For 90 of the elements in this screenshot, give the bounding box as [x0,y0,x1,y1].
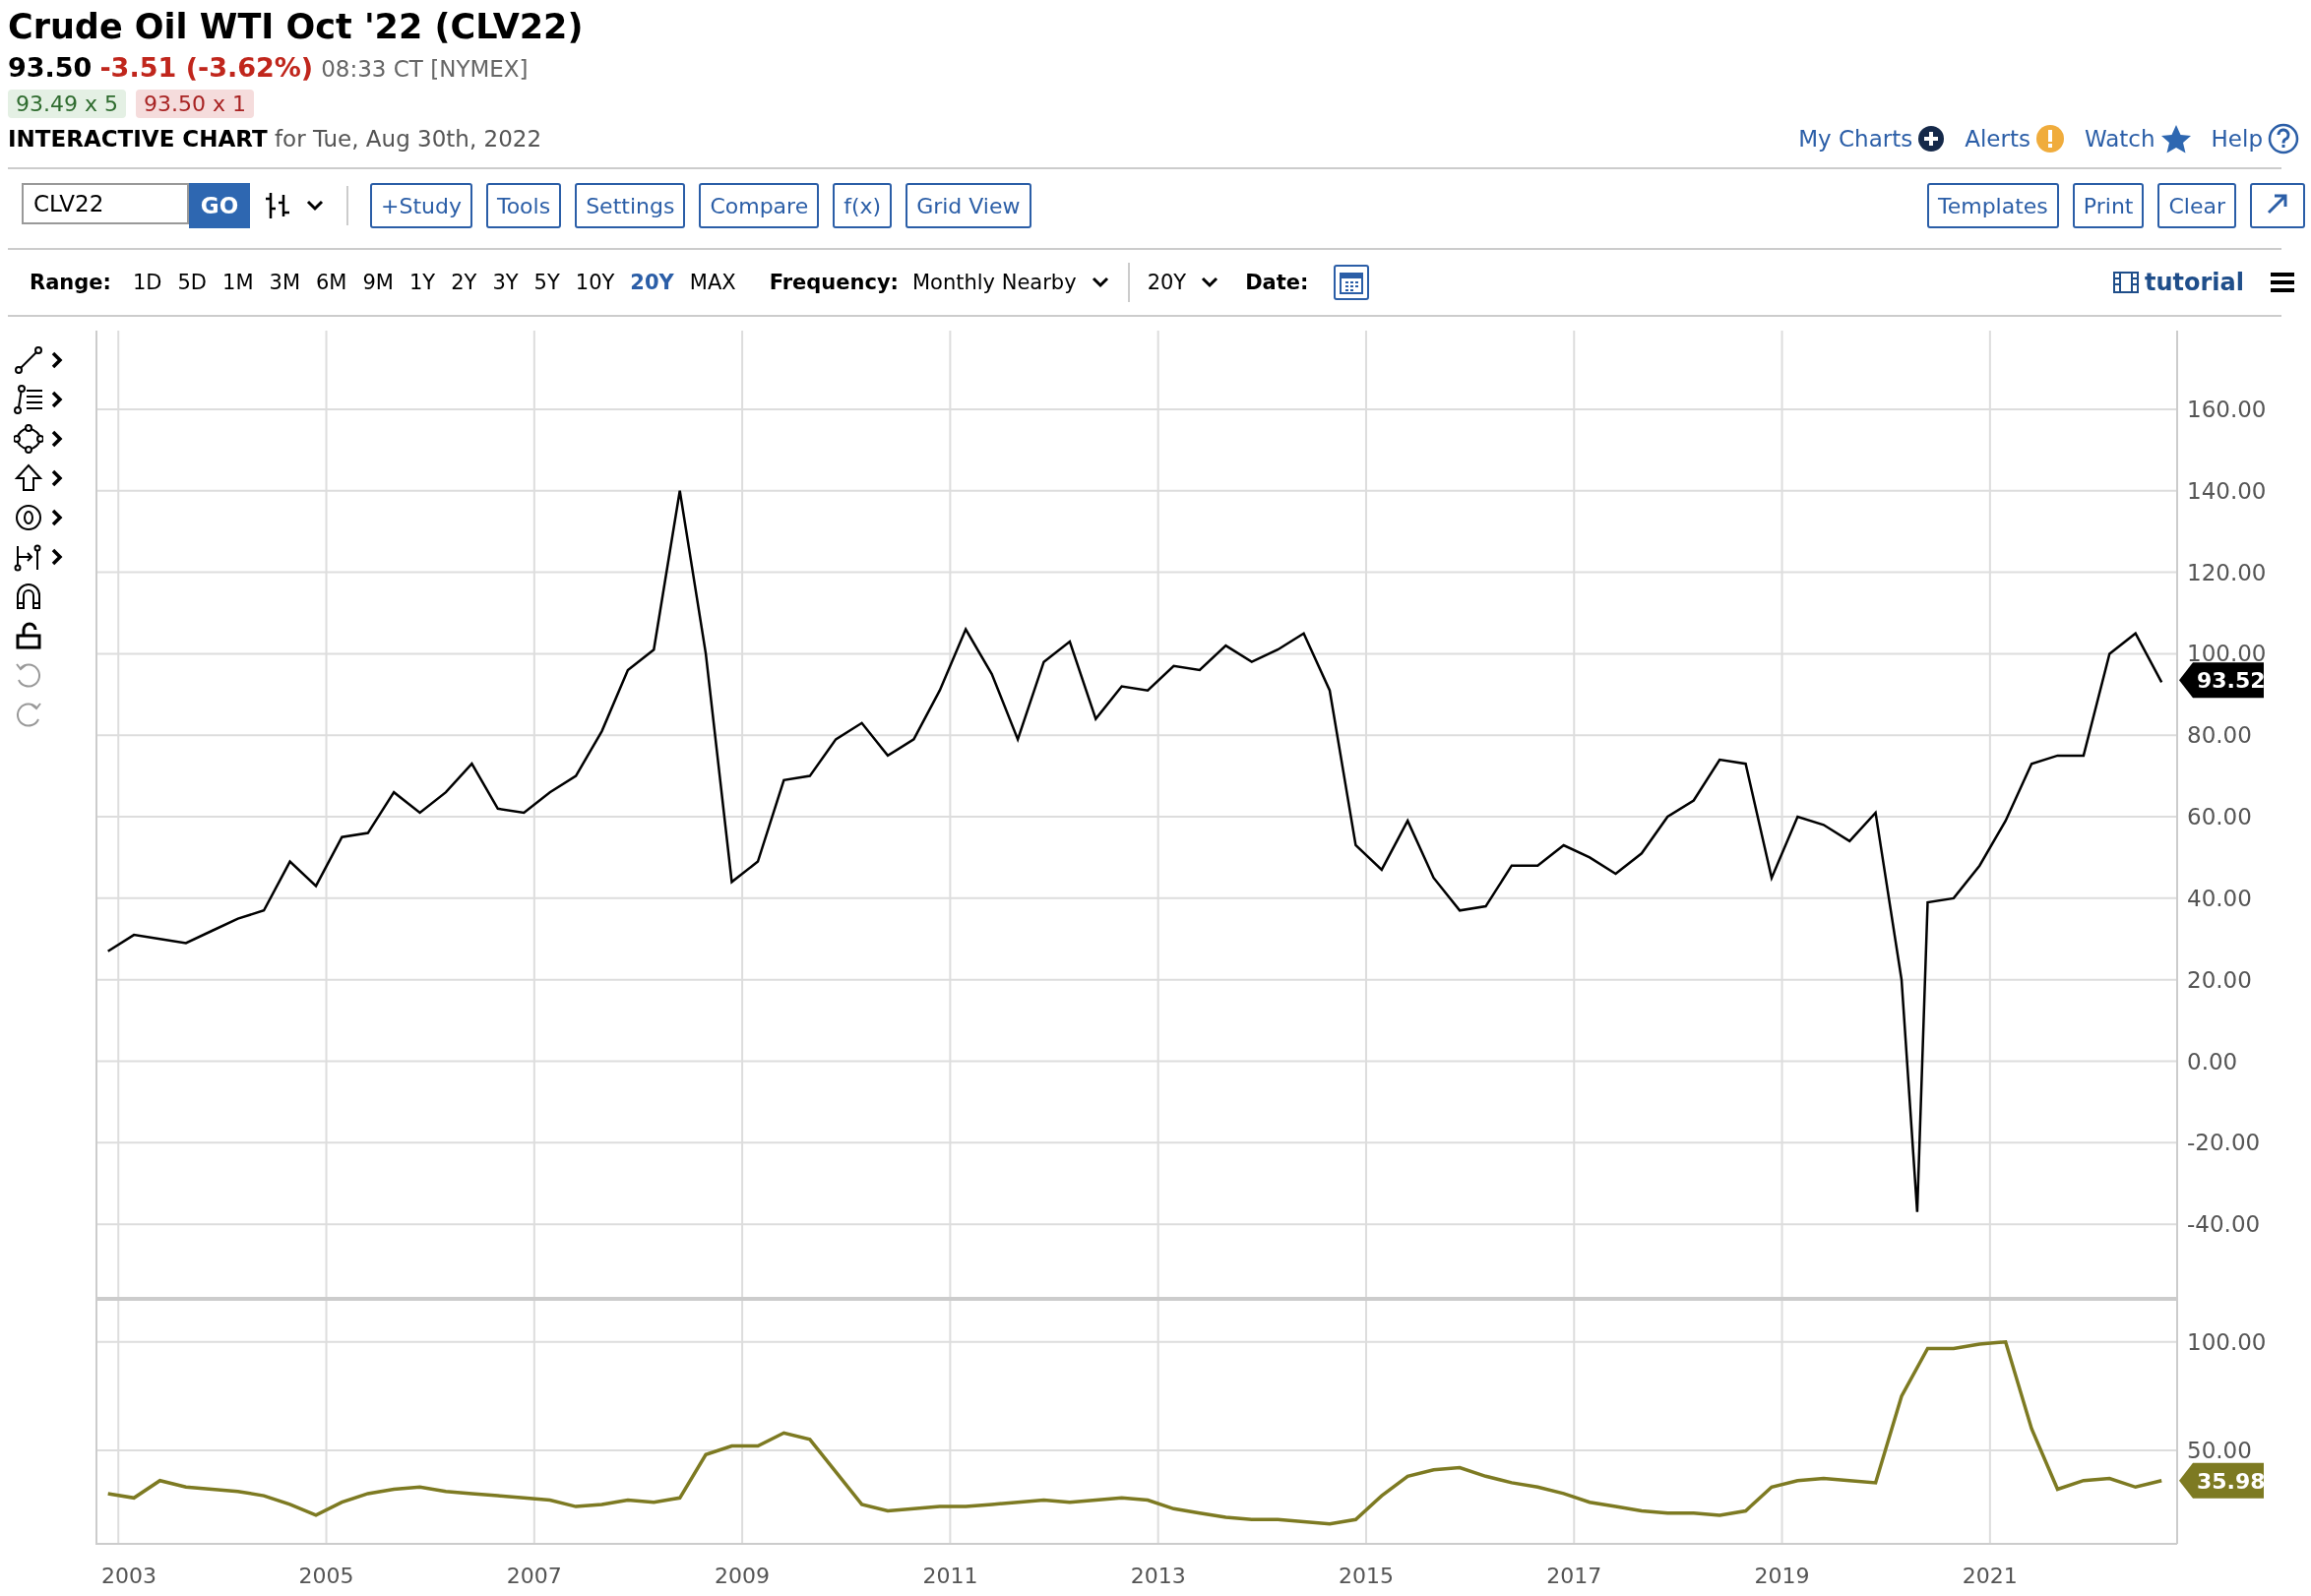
range-label: Range: [30,271,111,294]
range-option[interactable]: 9M [354,271,402,294]
toolbar-button[interactable]: f(x) [833,183,893,228]
range-option[interactable]: 1Y [401,271,444,294]
toolbar-button[interactable]: Grid View [906,183,1031,228]
axis-label: 2003 [101,1564,156,1588]
frequency-dropdown[interactable]: Monthly Nearby [911,271,1110,294]
film-icon[interactable] [2113,271,2139,294]
toolbar-button[interactable]: +Study [370,183,472,228]
bar-chart-type-icon[interactable] [264,191,291,220]
axis-label: 2007 [506,1564,562,1588]
toolbar-button[interactable]: Clear [2157,183,2236,228]
price-tag: 93.52 [2179,662,2266,699]
axis-label: 140.00 [2187,477,2267,504]
axis-label: 2017 [1546,1564,1602,1588]
range-option[interactable]: 10Y [567,271,623,294]
magnet-icon[interactable] [14,582,43,611]
axis-label: 2005 [298,1564,354,1588]
chevron-right-icon[interactable] [51,430,63,448]
chevron-right-icon[interactable] [51,391,63,408]
range-option[interactable]: 1D [124,271,170,294]
header-link[interactable]: Alerts [1965,124,2065,153]
measure-tool-icon[interactable] [14,542,43,572]
chevron-down-icon[interactable] [1200,276,1220,289]
axis-label: 2019 [1754,1564,1810,1588]
range-option[interactable]: 20Y [622,271,682,294]
axis-label: 20.00 [2187,966,2252,993]
range-option[interactable]: 3Y [484,271,527,294]
axis-label: 100.00 [2187,1328,2267,1355]
plus-icon[interactable] [1917,125,1946,153]
fibonacci-tool-icon[interactable] [14,385,43,414]
menu-icon[interactable] [2270,272,2295,293]
axis-label: -20.00 [2187,1130,2261,1156]
axis-label: 160.00 [2187,396,2267,422]
toolbar-button[interactable]: Compare [699,183,820,228]
chevron-right-icon[interactable] [51,351,63,369]
axis-label: -40.00 [2187,1211,2261,1238]
bid-quote: 93.49 x 5 [8,90,126,118]
quote-time: 08:33 CT [NYMEX] [321,55,529,84]
date-label: Date: [1245,271,1309,294]
tutorial-link[interactable]: tutorial [2107,268,2250,297]
axis-label: 80.00 [2187,722,2252,749]
range-option[interactable]: 5Y [526,271,568,294]
chevron-right-icon[interactable] [51,548,63,566]
axis-label: 2013 [1130,1564,1186,1588]
unlocked-lock-icon[interactable] [14,621,43,650]
indicator-tag: 35.98 [2179,1462,2266,1499]
axis-label: 60.00 [2187,804,2252,830]
chart-heading: INTERACTIVE CHART [8,126,268,152]
toolbar-button[interactable]: Settings [575,183,686,228]
page-title: Crude Oil WTI Oct '22 (CLV22) [8,6,585,48]
range-option[interactable]: 6M [308,271,355,294]
symbol-field[interactable]: CLV22 [22,183,189,224]
axis-label: 2011 [922,1564,978,1588]
range-option[interactable]: 1M [215,271,262,294]
axis-label: 120.00 [2187,559,2267,585]
toolbar-button[interactable]: Templates [1927,183,2059,228]
range-option[interactable]: 3M [261,271,308,294]
price-change: -3.51 (-3.62%) [99,51,314,85]
axis-label: 0.00 [2187,1048,2238,1074]
frequency-label: Frequency: [769,271,899,294]
axis-label: 2021 [1962,1564,2018,1588]
help-icon[interactable] [2268,123,2299,154]
range-option[interactable]: 2Y [443,271,485,294]
star-icon[interactable] [2159,124,2192,153]
chevron-right-icon[interactable] [51,469,63,487]
axis-label: 40.00 [2187,885,2252,911]
header-link[interactable]: Help [2211,123,2299,154]
ask-quote: 93.50 x 1 [136,90,254,118]
circled-zero-icon[interactable] [14,503,43,532]
range-option[interactable]: 5D [169,271,216,294]
shape-tool-icon[interactable] [14,424,43,454]
chevron-down-icon[interactable] [1090,276,1110,289]
axis-label: 2009 [715,1564,771,1588]
toolbar-button[interactable]: Print [2072,183,2145,228]
chart-date: for Tue, Aug 30th, 2022 [275,126,542,152]
axis-label: 50.00 [2187,1437,2252,1463]
period-dropdown[interactable]: 20Y [1147,271,1220,294]
expand-button[interactable] [2250,183,2305,228]
header-link[interactable]: My Charts [1798,125,1946,153]
header-link[interactable]: Watch [2084,124,2192,153]
range-option[interactable]: MAX [681,271,744,294]
go-button[interactable]: GO [189,183,250,228]
line-tool-icon[interactable] [14,345,43,375]
toolbar-button[interactable]: Tools [485,183,562,228]
chevron-right-icon[interactable] [51,509,63,526]
arrow-up-icon[interactable] [14,463,43,493]
chevron-down-icon[interactable] [305,199,325,213]
axis-label: 2015 [1338,1564,1394,1588]
last-price: 93.50 [8,51,93,85]
